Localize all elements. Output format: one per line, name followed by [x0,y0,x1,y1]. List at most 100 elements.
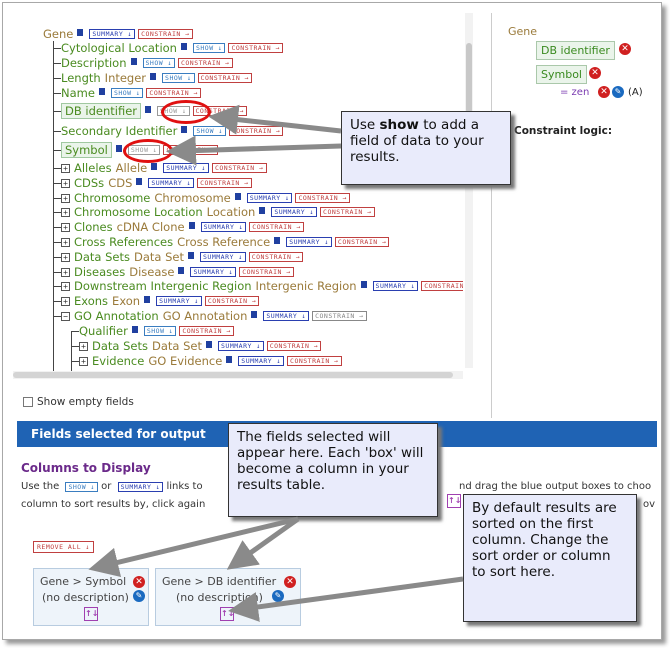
constrain-button[interactable]: CONSTRAIN → [177,58,233,68]
tree-horizontal-scrollbar[interactable] [13,371,463,379]
tree-node-label[interactable]: Evidence [92,354,144,368]
summary-button[interactable]: SUMMARY ↓ [286,237,332,247]
info-icon[interactable] [206,340,212,348]
tree-node[interactable]: Secondary Identifier SHOW ↓ CONSTRAIN → [61,124,284,138]
remove-db-identifier-icon[interactable]: ✕ [619,43,631,55]
constrain-button[interactable]: CONSTRAIN → [138,29,193,39]
tree-node[interactable]: Description SHOW ↓ CONSTRAIN → [61,56,233,70]
tree-node-label[interactable]: CDSs [74,176,104,190]
tree-node-label[interactable]: Alleles [74,161,112,175]
info-icon[interactable] [181,125,188,133]
constrain-button[interactable]: CONSTRAIN → [239,267,294,277]
tree-node[interactable]: Qualifier SHOW ↓ CONSTRAIN → [79,324,234,338]
info-icon[interactable] [234,192,241,200]
summary-button[interactable]: SUMMARY ↓ [263,311,310,321]
constrain-button[interactable]: CONSTRAIN → [197,73,253,83]
tree-node-label[interactable]: Name [61,86,95,100]
summary-button[interactable]: SUMMARY ↓ [372,281,419,291]
expand-toggle-icon[interactable]: + [61,207,70,217]
tree-node[interactable]: + Downstream Intergenic Region Intergenic… [61,279,463,293]
tree-node[interactable]: + Data Sets Data Set SUMMARY ↓ CONSTRAIN → [79,339,322,353]
tree-vertical-scrollbar[interactable] [465,13,473,368]
expand-toggle-icon[interactable]: + [61,267,70,277]
constrain-button[interactable]: CONSTRAIN → [320,207,375,217]
info-icon[interactable] [178,266,185,274]
sort-icon[interactable]: ↑↓ [220,607,234,621]
tree-node[interactable]: + Exons Exon SUMMARY ↓ CONSTRAIN → [61,294,260,308]
info-icon[interactable] [150,72,157,80]
constrain-button[interactable]: CONSTRAIN → [179,326,234,336]
info-icon[interactable] [131,325,138,333]
tree-node-label[interactable]: Qualifier [79,324,128,338]
show-button[interactable]: SHOW ↓ [162,73,195,83]
info-icon[interactable] [188,221,195,229]
constrain-button[interactable]: CONSTRAIN → [146,88,201,98]
show-button[interactable]: SHOW ↓ [143,326,177,336]
tree-node-label[interactable]: Secondary Identifier [61,124,177,138]
remove-all-button[interactable]: REMOVE ALL ↓ [33,541,94,553]
expand-toggle-icon[interactable]: + [61,252,70,262]
show-button[interactable]: SHOW ↓ [192,43,226,53]
edit-column-icon[interactable]: ✎ [133,590,145,602]
edit-column-icon[interactable]: ✎ [272,590,284,602]
constrain-button[interactable]: CONSTRAIN → [204,296,260,306]
expand-toggle-icon[interactable]: + [61,237,70,247]
tree-node[interactable]: + Cross References Cross Reference SUMMARY… [61,235,390,249]
info-icon[interactable] [151,162,158,170]
expand-toggle-icon[interactable]: − [61,311,70,321]
constrain-button[interactable]: CONSTRAIN → [287,356,342,366]
summary-button[interactable]: SUMMARY ↓ [218,341,264,351]
constrain-button[interactable]: CONSTRAIN → [295,193,351,203]
expand-toggle-icon[interactable]: + [79,341,88,351]
constrain-button[interactable]: CONSTRAIN → [421,281,463,291]
remove-column-icon[interactable]: ✕ [284,576,296,588]
summary-button[interactable]: SUMMARY ↓ [89,29,136,39]
info-icon[interactable] [130,57,137,65]
output-column-symbol[interactable]: Gene > Symbol (no description) ✕ ✎ ↑↓ [33,568,149,626]
expand-toggle-icon[interactable]: + [61,163,70,173]
expand-toggle-icon[interactable]: + [61,178,70,188]
info-icon[interactable] [98,87,105,95]
info-icon[interactable] [180,42,187,50]
tree-node[interactable]: DB identifier SHOW ↓ CONSTRAIN → [61,103,248,119]
info-icon[interactable] [360,280,367,288]
tree-node[interactable]: + Clones cDNA Clone SUMMARY ↓ CONSTRAIN → [61,220,304,234]
constrain-button[interactable]: CONSTRAIN → [266,341,322,351]
show-button[interactable]: SHOW ↓ [110,88,144,98]
info-icon[interactable] [145,105,152,113]
show-button[interactable]: SHOW ↓ [193,126,226,136]
show-button[interactable]: SHOW ↓ [142,58,175,68]
summary-button[interactable]: SUMMARY ↓ [148,178,195,188]
info-icon[interactable] [136,177,143,185]
tree-node-label[interactable]: Length [61,71,101,85]
constrain-button[interactable]: CONSTRAIN → [228,43,284,53]
tree-node[interactable]: Length Integer SHOW ↓ CONSTRAIN → [61,71,253,85]
expand-toggle-icon[interactable]: + [61,193,70,203]
show-empty-fields-toggle[interactable]: Show empty fields [23,396,134,408]
tree-node[interactable]: + Chromosome Location Location SUMMARY ↓ CO… [61,205,375,219]
info-icon[interactable] [251,310,258,318]
summary-button[interactable]: SUMMARY ↓ [163,163,209,173]
info-icon[interactable] [274,236,281,244]
tree-node[interactable]: + Diseases Disease SUMMARY ↓ CONSTRAIN → [61,265,294,279]
info-icon[interactable] [188,251,194,259]
expand-toggle-icon[interactable]: + [79,356,88,366]
tree-node-label[interactable]: Data Sets [74,250,130,264]
info-icon[interactable] [144,295,151,303]
summary-button[interactable]: SUMMARY ↓ [200,252,246,262]
info-icon[interactable] [115,144,122,152]
tree-node[interactable]: − GO Annotation GO Annotation SUMMARY ↓ CON… [61,309,367,323]
panel-symbol[interactable]: Symbol [536,65,587,84]
tree-node-label[interactable]: Downstream Intergenic Region [74,279,252,293]
tree-node-label[interactable]: Cross References [74,235,173,249]
tree-node-label[interactable]: DB identifier [65,104,137,118]
tree-node-label[interactable]: Exons [74,294,108,308]
constrain-button[interactable]: CONSTRAIN → [228,126,284,136]
summary-button[interactable]: SUMMARY ↓ [271,207,318,217]
remove-symbol-icon[interactable]: ✕ [589,67,601,79]
summary-button[interactable]: SUMMARY ↓ [190,267,237,277]
summary-button[interactable]: SUMMARY ↓ [246,193,293,203]
tree-node[interactable]: + Evidence GO Evidence SUMMARY ↓ CONSTRAIN … [79,354,342,368]
sort-icon[interactable]: ↑↓ [84,607,98,621]
remove-column-icon[interactable]: ✕ [133,576,145,588]
